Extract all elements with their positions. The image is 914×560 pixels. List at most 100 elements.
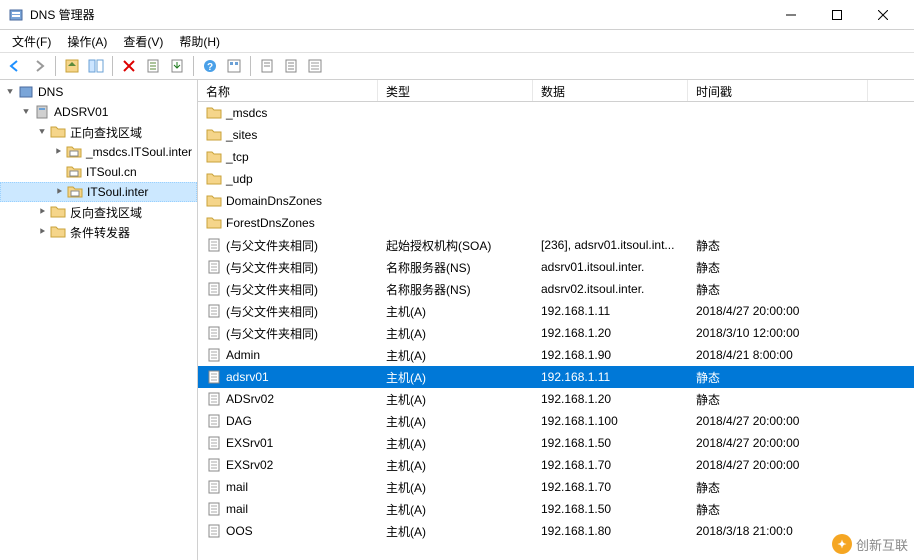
list-body: _msdcs_sites_tcp_udpDomainDnsZonesForest… — [198, 102, 914, 542]
menu-help[interactable]: 帮助(H) — [171, 31, 228, 52]
list-row[interactable]: (与父文件夹相同)名称服务器(NS)adsrv01.itsoul.inter.静… — [198, 256, 914, 278]
help-button[interactable]: ? — [199, 55, 221, 77]
cell-name: _udp — [198, 169, 378, 189]
chevron-down-icon[interactable]: ⯆ — [36, 127, 48, 138]
tree-zone-cn[interactable]: ITSoul.cn — [0, 162, 197, 182]
chevron-right-icon[interactable]: ⯈ — [53, 187, 65, 198]
properties-button[interactable] — [223, 55, 245, 77]
cell-timestamp: 2018/4/27 20:00:00 — [688, 412, 868, 430]
column-header-timestamp[interactable]: 时间戳 — [688, 80, 868, 101]
menu-file[interactable]: 文件(F) — [4, 31, 59, 52]
list-row[interactable]: Admin主机(A)192.168.1.902018/4/21 8:00:00 — [198, 344, 914, 366]
detail-button[interactable] — [304, 55, 326, 77]
list-row[interactable]: (与父文件夹相同)主机(A)192.168.1.112018/4/27 20:0… — [198, 300, 914, 322]
list-row[interactable]: ForestDnsZones — [198, 212, 914, 234]
maximize-button[interactable] — [814, 0, 860, 30]
show-hide-button[interactable] — [85, 55, 107, 77]
tree-label: DNS — [36, 84, 65, 100]
delete-button[interactable] — [118, 55, 140, 77]
tree-zone-msdcs[interactable]: ⯈ _msdcs.ITSoul.inter — [0, 142, 197, 162]
cell-timestamp: 静态 — [688, 389, 868, 410]
tree-pane[interactable]: ⯆ DNS ⯆ ADSRV01 ⯆ 正向查找区域 ⯈ _msdcs.ITSoul… — [0, 80, 198, 560]
cell-data — [533, 155, 688, 159]
close-button[interactable] — [860, 0, 906, 30]
cell-name: (与父文件夹相同) — [198, 279, 378, 300]
column-header-type[interactable]: 类型 — [378, 80, 533, 101]
chevron-down-icon[interactable]: ⯆ — [4, 87, 16, 98]
list-row[interactable]: _msdcs — [198, 102, 914, 124]
tree-zone-inter[interactable]: ⯈ ITSoul.inter — [0, 182, 197, 202]
cell-data: 192.168.1.80 — [533, 522, 688, 540]
minimize-button[interactable] — [768, 0, 814, 30]
cell-data: 192.168.1.20 — [533, 390, 688, 408]
list-row[interactable]: DomainDnsZones — [198, 190, 914, 212]
cell-data: 192.168.1.50 — [533, 434, 688, 452]
list-row[interactable]: (与父文件夹相同)起始授权机构(SOA)[236], adsrv01.itsou… — [198, 234, 914, 256]
list-button[interactable] — [280, 55, 302, 77]
cell-name: ADSrv02 — [198, 389, 378, 409]
tree-server[interactable]: ⯆ ADSRV01 — [0, 102, 197, 122]
menu-action[interactable]: 操作(A) — [59, 31, 115, 52]
list-row[interactable]: (与父文件夹相同)主机(A)192.168.1.202018/3/10 12:0… — [198, 322, 914, 344]
tree-label: ADSRV01 — [52, 104, 110, 120]
list-row[interactable]: ADSrv02主机(A)192.168.1.20静态 — [198, 388, 914, 410]
list-row[interactable]: mail主机(A)192.168.1.50静态 — [198, 498, 914, 520]
cell-name: (与父文件夹相同) — [198, 257, 378, 278]
list-row[interactable]: EXSrv02主机(A)192.168.1.702018/4/27 20:00:… — [198, 454, 914, 476]
window-title: DNS 管理器 — [30, 6, 768, 23]
cell-timestamp: 2018/4/27 20:00:00 — [688, 434, 868, 452]
list-row[interactable]: EXSrv01主机(A)192.168.1.502018/4/27 20:00:… — [198, 432, 914, 454]
dns-icon — [18, 84, 34, 100]
cell-timestamp — [688, 221, 868, 225]
list-row[interactable]: _tcp — [198, 146, 914, 168]
cell-timestamp: 静态 — [688, 367, 868, 388]
record-icon — [206, 237, 222, 253]
tree-conditional-forwarders[interactable]: ⯈ 条件转发器 — [0, 222, 197, 242]
cell-name: EXSrv01 — [198, 433, 378, 453]
titlebar: DNS 管理器 — [0, 0, 914, 30]
filter-button[interactable] — [256, 55, 278, 77]
export-button[interactable] — [166, 55, 188, 77]
folder-icon — [206, 105, 222, 121]
tree-forward-zones[interactable]: ⯆ 正向查找区域 — [0, 122, 197, 142]
nav-back-button[interactable] — [4, 55, 26, 77]
cell-name: _msdcs — [198, 103, 378, 123]
column-header-name[interactable]: 名称 — [198, 80, 378, 101]
chevron-down-icon[interactable]: ⯆ — [20, 107, 32, 118]
list-row[interactable]: mail主机(A)192.168.1.70静态 — [198, 476, 914, 498]
tree-label: 正向查找区域 — [68, 123, 144, 142]
refresh-button[interactable] — [142, 55, 164, 77]
zone-icon — [66, 144, 82, 160]
list-pane[interactable]: 名称 类型 数据 时间戳 _msdcs_sites_tcp_udpDomainD… — [198, 80, 914, 560]
tree-reverse-zones[interactable]: ⯈ 反向查找区域 — [0, 202, 197, 222]
chevron-right-icon[interactable]: ⯈ — [52, 147, 64, 158]
up-button[interactable] — [61, 55, 83, 77]
list-row[interactable]: OOS主机(A)192.168.1.802018/3/18 21:00:0 — [198, 520, 914, 542]
cell-name: (与父文件夹相同) — [198, 323, 378, 344]
tree-root-dns[interactable]: ⯆ DNS — [0, 82, 197, 102]
cell-data: adsrv02.itsoul.inter. — [533, 280, 688, 298]
list-row[interactable]: _udp — [198, 168, 914, 190]
svg-text:?: ? — [207, 62, 213, 73]
list-row[interactable]: _sites — [198, 124, 914, 146]
list-row[interactable]: adsrv01主机(A)192.168.1.11静态 — [198, 366, 914, 388]
cell-timestamp — [688, 155, 868, 159]
cell-timestamp: 静态 — [688, 279, 868, 300]
list-row[interactable]: (与父文件夹相同)名称服务器(NS)adsrv02.itsoul.inter.静… — [198, 278, 914, 300]
cell-data — [533, 133, 688, 137]
cell-timestamp: 2018/4/27 20:00:00 — [688, 456, 868, 474]
list-row[interactable]: DAG主机(A)192.168.1.1002018/4/27 20:00:00 — [198, 410, 914, 432]
record-icon — [206, 259, 222, 275]
menu-view[interactable]: 查看(V) — [115, 31, 171, 52]
chevron-right-icon[interactable]: ⯈ — [36, 207, 48, 218]
chevron-right-icon[interactable]: ⯈ — [36, 227, 48, 238]
record-icon — [206, 347, 222, 363]
cell-type — [378, 155, 533, 159]
record-icon — [206, 501, 222, 517]
folder-icon — [50, 204, 66, 220]
cell-name: (与父文件夹相同) — [198, 235, 378, 256]
nav-forward-button[interactable] — [28, 55, 50, 77]
column-header-data[interactable]: 数据 — [533, 80, 688, 101]
cell-data: [236], adsrv01.itsoul.int... — [533, 236, 688, 254]
toolbar-separator — [55, 56, 56, 76]
